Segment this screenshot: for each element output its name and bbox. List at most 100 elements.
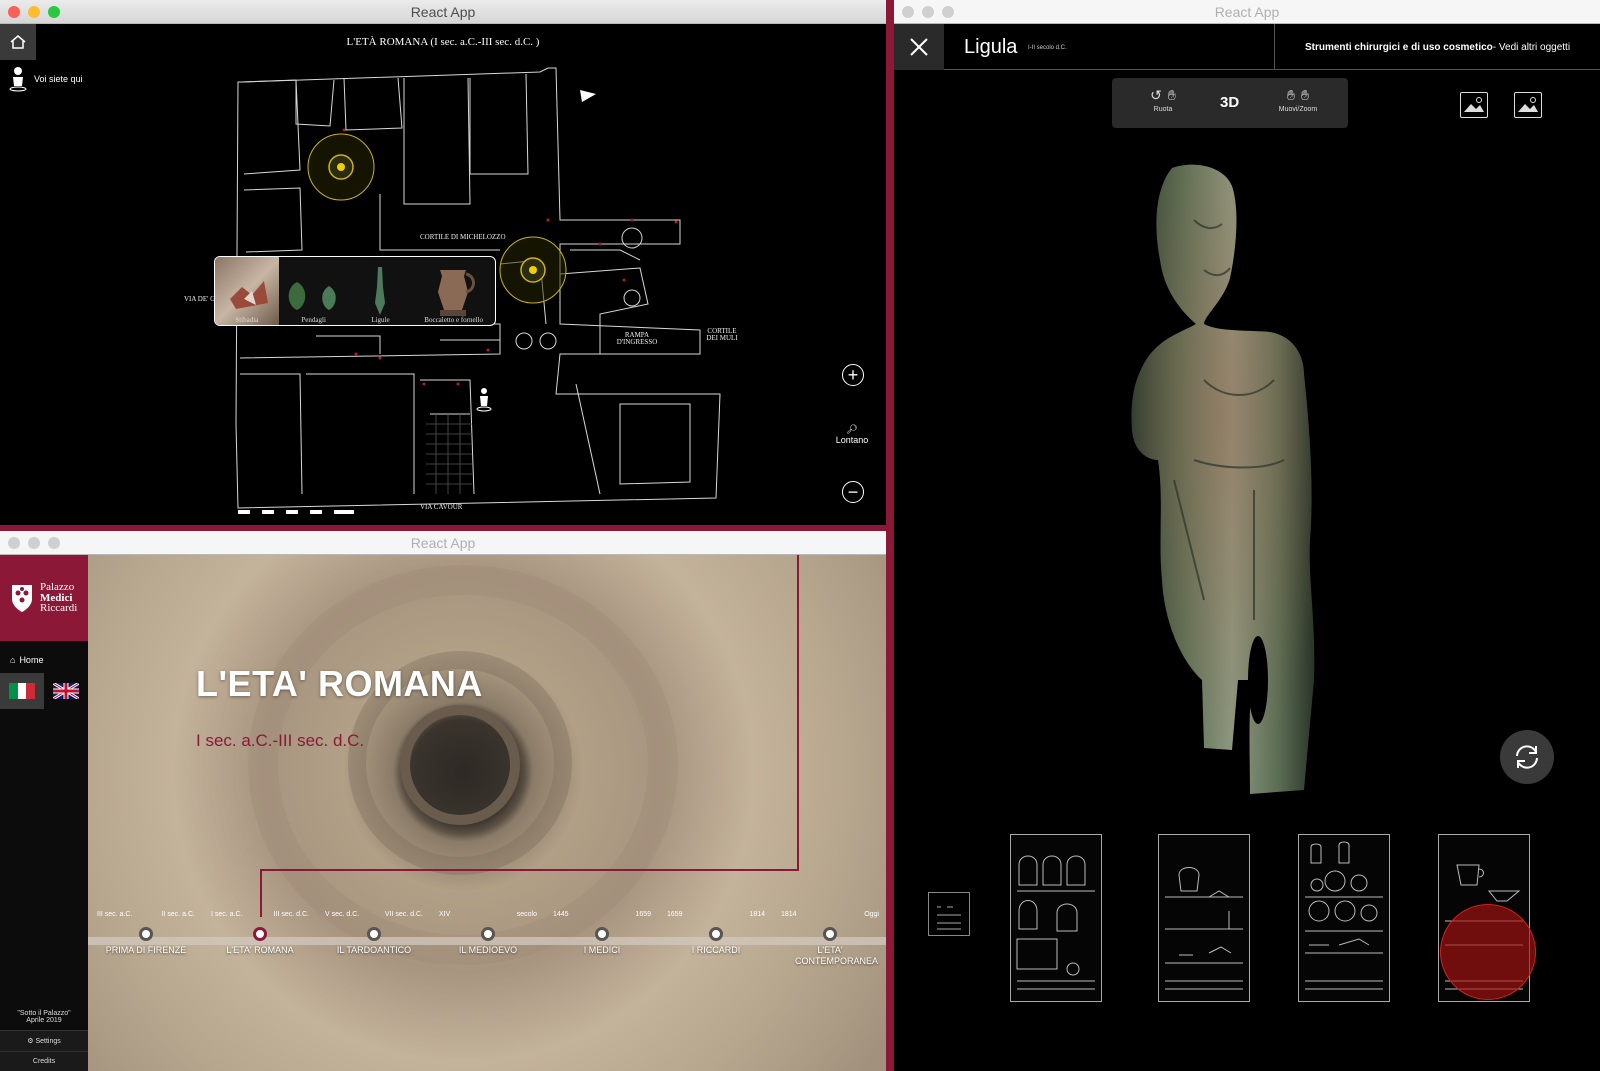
showcase-3[interactable]	[1298, 834, 1390, 1002]
timeline-era-medici[interactable]: 1445 1659 I MEDICI	[547, 911, 657, 956]
hand-icon: ✋︎	[1287, 86, 1295, 103]
zoom-out-button[interactable]: −	[842, 481, 864, 503]
era-name: IL TARDOANTICO	[336, 945, 412, 955]
date-from: V sec. d.C.	[325, 911, 360, 918]
showcase-2[interactable]	[1158, 834, 1250, 1002]
popup-item-pendagli[interactable]: Pendagli	[279, 257, 349, 325]
timeline-dot	[709, 927, 723, 941]
timeline-era-medioevo[interactable]: XIV secolo IL MEDIOEVO	[433, 911, 543, 956]
close-icon	[910, 38, 928, 56]
objects-popup: Stibadia Pendagli Ligule Boccaletto e fo…	[214, 256, 496, 326]
timeline-dates: 1814 Oggi	[775, 911, 885, 923]
rotate-icon: ↺	[1150, 86, 1162, 103]
object-category[interactable]: Strumenti chirurgici e di uso cosmetico …	[1274, 24, 1600, 70]
north-arrow-icon	[580, 90, 596, 102]
boccaletto-thumbnail	[437, 270, 475, 316]
person-icon	[9, 67, 27, 92]
map-window-titlebar[interactable]: React App	[0, 0, 886, 24]
image-view-button[interactable]	[1460, 92, 1488, 118]
move-zoom-control[interactable]: ✋︎ ✋︎ Muovi/Zoom	[1266, 84, 1330, 114]
timeline-era-tardoantico[interactable]: V sec. d.C. VII sec. d.C. IL TARDOANTICO	[319, 911, 429, 956]
object-window-titlebar[interactable]: React App	[894, 0, 1600, 24]
map-label-via-cavour: VIA CAVOUR	[420, 503, 463, 511]
popup-item-ligule[interactable]: Ligule	[349, 257, 413, 325]
object-period: I-II secolo d.C.	[1028, 45, 1067, 51]
floor-map[interactable]: L'ETÀ ROMANA (I sec. a.C.-III sec. d.C. …	[0, 24, 886, 525]
rotate-control[interactable]: ↺ ✋︎ Ruota	[1132, 84, 1194, 114]
timeline-era-prima-di-firenze[interactable]: III sec. a.C. II sec. a.C. PRIMA DI FIREN…	[91, 911, 201, 956]
pendagli-thumbnail	[288, 274, 336, 310]
object-viewer-window: React App Ligula I-II secolo d.C. Strume…	[894, 0, 1600, 1071]
museum-window-titlebar[interactable]: React App	[0, 531, 886, 555]
language-switcher	[0, 673, 88, 709]
settings-button[interactable]: ⚙ Settings	[0, 1030, 88, 1051]
image-icon	[1518, 97, 1538, 112]
selected-showcase-highlight	[1440, 904, 1536, 1000]
minus-icon: −	[847, 482, 859, 502]
reset-view-button[interactable]	[1500, 730, 1554, 784]
timeline-era-eta-romana[interactable]: I sec. a.C. III sec. d.C. L'ETA' ROMANA	[205, 911, 315, 956]
logo-text: Palazzo Medici Riccardi	[40, 582, 77, 614]
object-header: Ligula I-II secolo d.C. Strumenti chirur…	[894, 24, 1600, 70]
accent-line-horizontal	[260, 869, 799, 871]
showcase-1-drawing	[1016, 855, 1095, 990]
popup-item-stibadia[interactable]: Stibadia	[215, 257, 279, 325]
timeline-era-contemporanea[interactable]: 1814 Oggi L'ETA' CONTEMPORANEA	[775, 911, 885, 967]
ligula-3d-model[interactable]	[1054, 160, 1374, 800]
timeline-dates: 1445 1659	[547, 911, 657, 923]
timeline-dot	[823, 927, 837, 941]
zoom-in-button[interactable]: +	[842, 364, 864, 386]
date-to: 1814	[749, 911, 765, 918]
image-view-button-alt[interactable]	[1514, 92, 1542, 118]
map-label-rampa: RAMPA D'INGRESSO	[616, 331, 658, 347]
museum-window: React App Palazzo Medici Riccardi ⌂ Home	[0, 531, 886, 1071]
popup-item-label: Pendagli	[301, 316, 326, 324]
showcase-3-drawing	[1305, 841, 1383, 990]
credits-button[interactable]: Credits	[0, 1051, 88, 1071]
scale-bar	[238, 510, 354, 514]
sidebar-footer: "Sotto il Palazzo" Aprile 2019 ⚙ Setting…	[0, 1004, 88, 1071]
era-hero: L'ETA' ROMANA I sec. a.C.-III sec. d.C. …	[88, 555, 886, 1071]
sidebar-home-label: Home	[19, 655, 44, 665]
timeline-dot	[367, 927, 381, 941]
mode-3d-toggle[interactable]: 3D	[1220, 94, 1239, 111]
language-italian[interactable]	[0, 673, 44, 709]
showcase-thumbnail-small[interactable]	[928, 892, 970, 936]
timeline-dot	[595, 927, 609, 941]
date-from: 1814	[781, 911, 797, 918]
date-from: I sec. a.C.	[211, 911, 243, 918]
window-title: React App	[1214, 4, 1280, 20]
accent-line-drop	[260, 869, 262, 917]
timeline-dates: V sec. d.C. VII sec. d.C.	[319, 911, 429, 923]
language-english[interactable]	[44, 673, 88, 709]
map-label-cortile-michelozzo: CORTILE DI MICHELOZZO	[420, 233, 506, 241]
see-more-link[interactable]: - Vedi altri oggetti	[1493, 42, 1570, 53]
sidebar-home-link[interactable]: ⌂ Home	[0, 641, 88, 673]
timeline-dot	[481, 927, 495, 941]
palazzo-logo[interactable]: Palazzo Medici Riccardi	[0, 555, 88, 641]
home-icon: ⌂	[10, 655, 16, 665]
ligule-thumbnail	[375, 267, 386, 315]
era-name: I MEDICI	[583, 945, 621, 955]
map-window: React App L'ETÀ ROMANA (I sec. a.C.-III …	[0, 0, 886, 525]
person-marker-icon	[476, 388, 492, 412]
category-name: Strumenti chirurgici e di uso cosmetico	[1304, 41, 1493, 53]
stibadia-thumbnail	[229, 281, 268, 309]
uk-flag-icon	[53, 683, 79, 699]
popup-item-boccaletto[interactable]: Boccaletto e fornello	[412, 257, 495, 325]
date-from: 1659	[667, 911, 683, 918]
showcase-1[interactable]	[1010, 834, 1102, 1002]
date-from: III sec. a.C.	[97, 911, 133, 918]
rotate-label: Ruota	[1153, 106, 1173, 113]
map-hotspot-1	[307, 133, 375, 201]
exhibition-title: "Sotto il Palazzo"	[17, 1010, 71, 1017]
timeline-era-riccardi[interactable]: 1659 1814 I RICCARDI	[661, 911, 771, 956]
map-title: L'ETÀ ROMANA (I sec. a.C.-III sec. d.C. …	[346, 36, 540, 48]
sidebar: Palazzo Medici Riccardi ⌂ Home "Sotto il…	[0, 555, 88, 1071]
popup-item-label: Boccaletto e fornello	[424, 316, 483, 324]
zoom-level-label: Lontano	[835, 435, 869, 445]
close-viewer-button[interactable]	[894, 24, 944, 70]
showcase-2-drawing	[1165, 867, 1243, 990]
date-from: XIV	[439, 911, 451, 918]
refresh-icon	[1516, 745, 1538, 769]
